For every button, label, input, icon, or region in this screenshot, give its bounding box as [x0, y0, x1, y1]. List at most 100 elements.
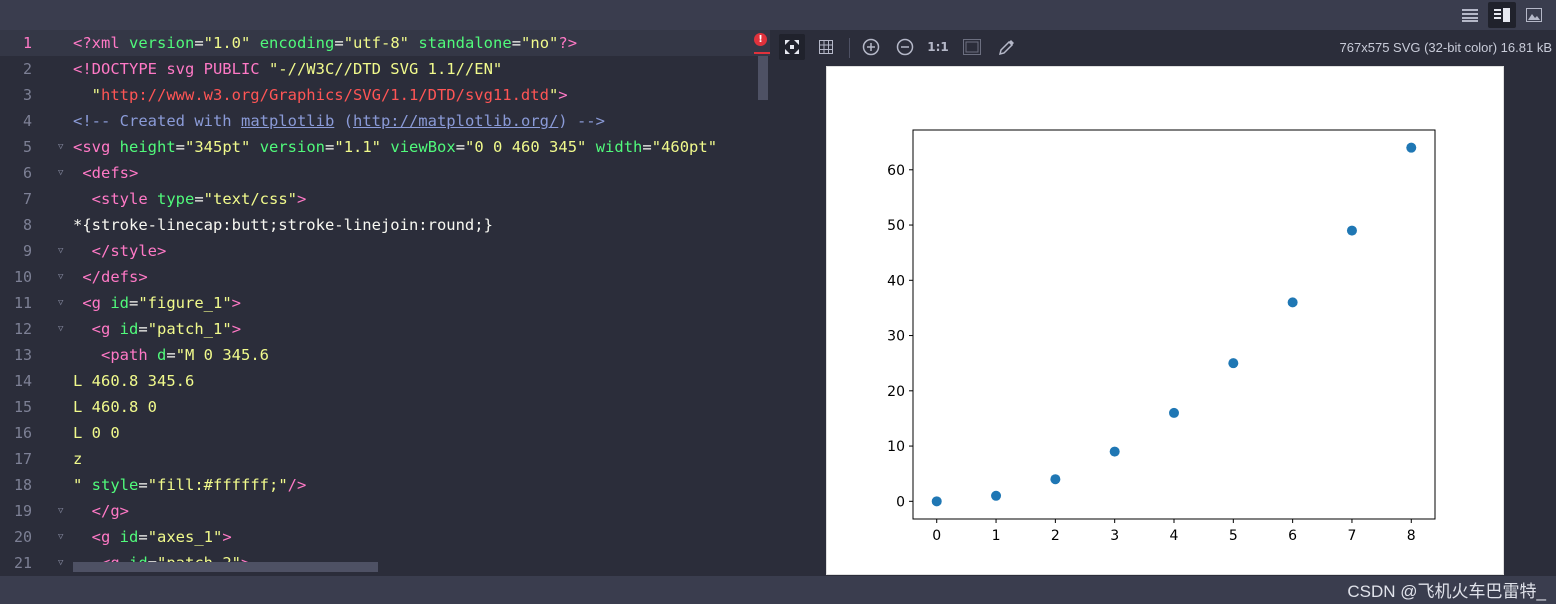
fold-toggle-icon[interactable]: ▽ — [58, 532, 67, 542]
code-line[interactable]: 16 L 0 0 — [0, 420, 770, 446]
x-tick-label: 8 — [1407, 528, 1416, 544]
code-token: "0 0 460 345" — [465, 138, 587, 156]
code-line[interactable]: 10 ▽ </defs> — [0, 264, 770, 290]
scatter-point — [1346, 225, 1357, 236]
code-line[interactable]: 4 <!-- Created with matplotlib (http://ma… — [0, 108, 770, 134]
code-token: "utf-8" — [343, 34, 410, 52]
code-line[interactable]: 18 " style="fill:#ffffff;"/> — [0, 472, 770, 498]
line-number: 18 — [13, 476, 32, 494]
color-picker-icon[interactable] — [994, 34, 1020, 60]
code-line[interactable]: 9 ▽ </style> — [0, 238, 770, 264]
vertical-scrollbar[interactable] — [758, 56, 768, 100]
code-line[interactable]: 13 <path d="M 0 345.6 — [0, 342, 770, 368]
code-line[interactable]: 17 z — [0, 446, 770, 472]
line-number: 7 — [22, 190, 32, 208]
code-token: = — [138, 476, 148, 494]
fold-toggle-icon[interactable]: ▽ — [58, 246, 67, 256]
code-token: = — [194, 190, 204, 208]
error-stripe-marker[interactable] — [754, 52, 770, 54]
background-icon[interactable] — [959, 34, 985, 60]
image-canvas: 0 1 2 3 4 5 6 7 8 0 10 20 30 40 50 60 — [826, 66, 1504, 575]
fold-toggle-icon[interactable]: ▽ — [58, 142, 67, 152]
code-text: <!DOCTYPE svg PUBLIC "-//W3C//DTD SVG 1.… — [73, 56, 502, 82]
code-editor[interactable]: 1 <?xml version="1.0" encoding="utf-8" st… — [0, 30, 770, 576]
code-line[interactable]: 11 ▽ <g id="figure_1"> — [0, 290, 770, 316]
code-token: <?xml — [73, 34, 129, 52]
split-view-icon[interactable] — [1488, 2, 1516, 28]
code-line[interactable]: 15 L 460.8 0 — [0, 394, 770, 420]
code-token: id — [119, 528, 139, 546]
code-line[interactable]: 3 "http://www.w3.org/Graphics/SVG/1.1/DT… — [0, 82, 770, 108]
code-token: <g — [73, 528, 120, 546]
code-line[interactable]: 12 ▽ <g id="patch_1"> — [0, 316, 770, 342]
code-line[interactable]: 2 <!DOCTYPE svg PUBLIC "-//W3C//DTD SVG 1… — [0, 56, 770, 82]
code-text: <path d="M 0 345.6 — [73, 342, 269, 368]
code-line[interactable]: 8 *{stroke-linecap:butt;stroke-linejoin:r… — [0, 212, 770, 238]
code-line[interactable]: 1 <?xml version="1.0" encoding="utf-8" st… — [0, 30, 770, 56]
code-token: "patch_1" — [147, 320, 232, 338]
grid-icon[interactable] — [813, 34, 839, 60]
y-tick-label: 10 — [887, 439, 905, 455]
scatter-point — [931, 496, 942, 507]
x-tick-label: 7 — [1347, 528, 1356, 544]
code-line[interactable]: 20 ▽ <g id="axes_1"> — [0, 524, 770, 550]
zoom-out-icon[interactable] — [892, 34, 918, 60]
error-icon[interactable]: ! — [754, 33, 767, 46]
code-token: "345pt" — [185, 138, 251, 156]
fold-toggle-icon[interactable]: ▽ — [58, 324, 67, 334]
fit-icon[interactable] — [779, 34, 805, 60]
line-number: 20 — [13, 528, 32, 546]
fold-toggle-icon[interactable]: ▽ — [58, 506, 67, 516]
code-text: " style="fill:#ffffff;"/> — [73, 472, 306, 498]
code-text: <defs> — [73, 160, 138, 186]
code-token: = — [642, 138, 652, 156]
zoom-in-icon[interactable] — [858, 34, 884, 60]
code-token: matplotlib — [240, 112, 335, 130]
code-line[interactable]: 19 ▽ </g> — [0, 498, 770, 524]
code-text: <g id="patch_1"> — [73, 316, 241, 342]
fold-toggle-icon[interactable]: ▽ — [58, 272, 67, 282]
line-number: 5 — [22, 138, 32, 156]
status-bar — [0, 576, 1556, 604]
code-token: z — [73, 450, 83, 468]
code-token: " — [73, 476, 92, 494]
code-token: <!DOCTYPE svg PUBLIC — [73, 60, 269, 78]
list-view-icon[interactable] — [1456, 2, 1484, 28]
x-tick-label: 4 — [1170, 528, 1179, 544]
code-text: <g id="figure_1"> — [73, 290, 241, 316]
line-number: 2 — [22, 60, 32, 78]
code-token: </defs> — [73, 268, 148, 286]
scatter-chart: 0 1 2 3 4 5 6 7 8 0 10 20 30 40 50 60 — [887, 129, 1436, 544]
code-line[interactable]: 5 ▽ <svg height="345pt" version="1.1" view… — [0, 134, 770, 160]
code-text: L 0 0 — [73, 420, 120, 446]
code-token: = — [334, 34, 344, 52]
code-text: </style> — [73, 238, 167, 264]
code-token: ?> — [558, 34, 578, 52]
code-token: <!-- Created with — [73, 112, 241, 130]
fold-toggle-icon[interactable]: ▽ — [58, 298, 67, 308]
code-token: "1.0" — [203, 34, 251, 52]
code-token: ( — [334, 112, 353, 130]
scatter-point — [1050, 474, 1061, 485]
actual-size-icon[interactable]: 1:1 — [925, 34, 951, 60]
code-token: "-//W3C//DTD SVG 1.1//EN" — [268, 60, 503, 78]
code-token: id — [110, 294, 129, 312]
code-token: "axes_1" — [147, 528, 223, 546]
image-view-icon[interactable] — [1520, 2, 1548, 28]
code-token: = — [325, 138, 335, 156]
code-token: = — [455, 138, 466, 156]
code-line[interactable]: 7 <style type="text/css"> — [0, 186, 770, 212]
code-token: = — [166, 346, 176, 364]
code-line[interactable]: 14 L 460.8 345.6 — [0, 368, 770, 394]
fold-toggle-icon[interactable]: ▽ — [58, 168, 67, 178]
x-tick-label: 3 — [1110, 528, 1119, 544]
fold-toggle-icon[interactable]: ▽ — [58, 558, 67, 568]
code-token: = — [129, 294, 139, 312]
x-tick-label: 5 — [1229, 528, 1238, 544]
horizontal-scrollbar[interactable] — [73, 562, 378, 572]
code-token: id — [119, 320, 139, 338]
code-line[interactable]: 6 ▽ <defs> — [0, 160, 770, 186]
code-text: </defs> — [73, 264, 148, 290]
code-text: <?xml version="1.0" encoding="utf-8" sta… — [73, 30, 577, 56]
